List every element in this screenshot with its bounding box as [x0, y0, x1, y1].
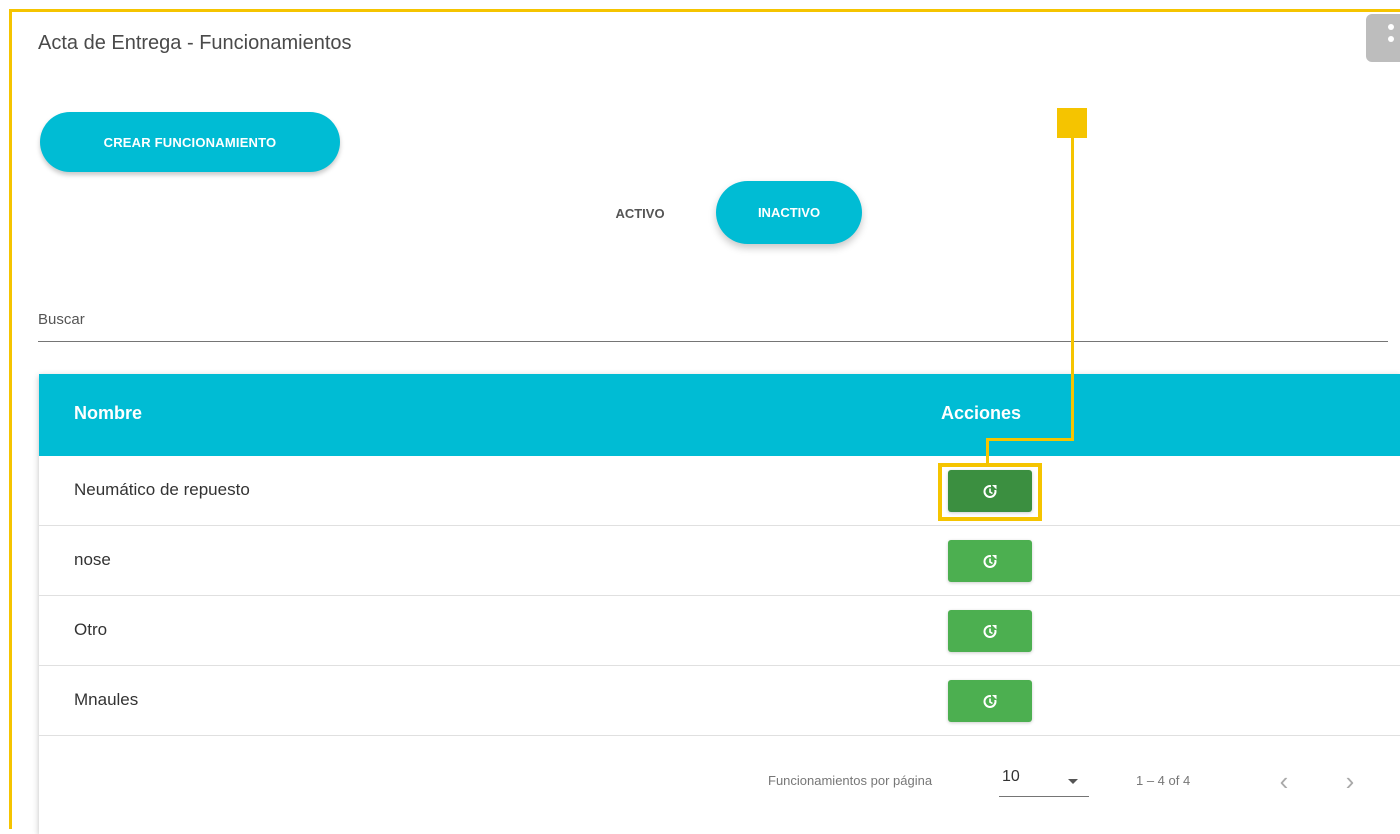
highlight-connector: [986, 438, 989, 465]
search-field: [38, 300, 1388, 342]
restore-icon: [983, 484, 997, 498]
column-header-nombre[interactable]: Nombre: [74, 403, 142, 424]
previous-page-button[interactable]: ‹: [1269, 766, 1299, 796]
table-row: Neumático de repuesto: [39, 456, 1400, 526]
dropdown-arrow-icon: [1068, 779, 1078, 784]
items-per-page-value: 10: [1002, 768, 1020, 785]
chevron-right-icon: ›: [1345, 766, 1355, 796]
row-name: Otro: [74, 620, 108, 639]
table-paginator: Funcionamientos por página 10 1 – 4 of 4…: [39, 740, 1400, 834]
highlight-marker: [1057, 108, 1087, 138]
tab-activo[interactable]: ACTIVO: [590, 181, 690, 245]
row-name: Mnaules: [74, 690, 139, 709]
items-per-page-select[interactable]: 10: [999, 766, 1089, 797]
chevron-left-icon: ‹: [1279, 766, 1289, 796]
page-title: Acta de Entrega - Funcionamientos: [38, 32, 352, 54]
restore-button[interactable]: [948, 610, 1032, 652]
items-per-page-label: Funcionamientos por página: [768, 773, 933, 788]
restore-icon: [983, 554, 997, 568]
table-header: Nombre Acciones: [39, 374, 1400, 456]
table-row: nose: [39, 526, 1400, 596]
next-page-button[interactable]: ›: [1335, 766, 1365, 796]
row-name: nose: [74, 550, 111, 569]
restore-icon: [983, 694, 997, 708]
create-funcionamiento-button[interactable]: CREAR FUNCIONAMIENTO: [40, 112, 340, 172]
page-range-label: 1 – 4 of 4: [1136, 773, 1191, 788]
restore-button[interactable]: [948, 540, 1032, 582]
tab-inactivo[interactable]: INACTIVO: [716, 181, 862, 244]
settings-tab-icon[interactable]: [1366, 14, 1400, 62]
table-row: Mnaules: [39, 666, 1400, 736]
funcionamientos-table: Nombre Acciones Neumático de repuesto no…: [39, 374, 1400, 834]
table-row: Otro: [39, 596, 1400, 666]
restore-button[interactable]: [948, 680, 1032, 722]
restore-button[interactable]: [948, 470, 1032, 512]
search-input[interactable]: [38, 300, 1388, 338]
restore-icon: [983, 624, 997, 638]
column-header-acciones: Acciones: [941, 403, 1022, 423]
row-name: Neumático de repuesto: [74, 480, 250, 499]
highlight-connector: [986, 438, 1074, 441]
highlight-connector: [1071, 136, 1074, 441]
